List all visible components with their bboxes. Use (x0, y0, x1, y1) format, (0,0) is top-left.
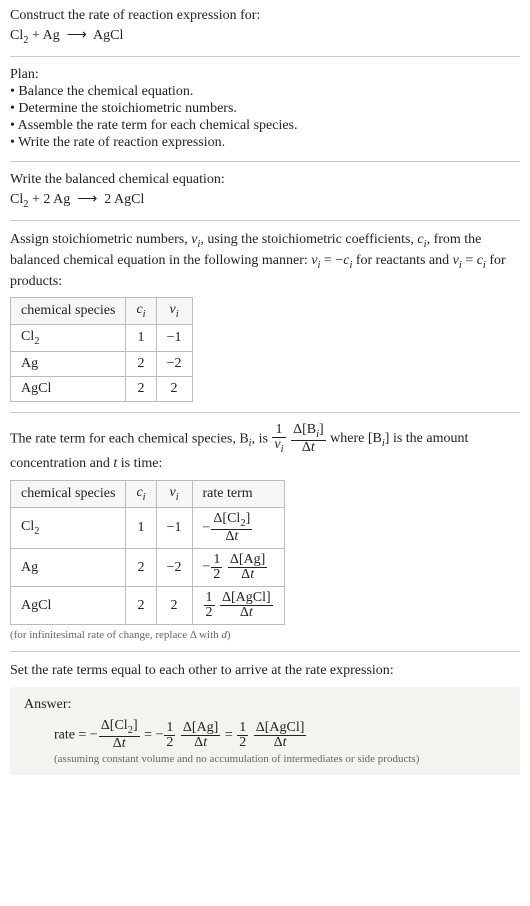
stoich-section: Assign stoichiometric numbers, νi, using… (10, 231, 520, 402)
answer-label: Answer: (24, 697, 506, 713)
col-vi: νi (156, 298, 192, 325)
balanced-title: Write the balanced chemical equation: (10, 172, 520, 188)
cell-ci: 1 (126, 508, 156, 549)
cell-rate-term: 12 Δ[AgCl]Δt (192, 587, 284, 625)
cell-vi: 2 (156, 377, 192, 402)
divider (10, 412, 520, 413)
rate-term-description: The rate term for each chemical species,… (10, 423, 520, 474)
cell-ci: 2 (126, 549, 156, 587)
divider (10, 161, 520, 162)
table-header-row: chemical species ci νi rate term (11, 481, 285, 508)
col-species: chemical species (11, 298, 126, 325)
rate-term-formula: 1νi Δ[Bi]Δt (271, 431, 330, 446)
balanced-section: Write the balanced chemical equation: Cl… (10, 172, 520, 210)
cell-rate-term: −Δ[Cl2]Δt (192, 508, 284, 549)
prompt-text: Construct the rate of reaction expressio… (10, 8, 520, 24)
table-header-row: chemical species ci νi (11, 298, 193, 325)
plan-title: Plan: (10, 67, 520, 83)
plan-item: • Determine the stoichiometric numbers. (10, 101, 520, 117)
cell-ci: 2 (126, 352, 156, 377)
cell-species: Ag (11, 352, 126, 377)
cell-ci: 1 (126, 325, 156, 352)
cell-vi: −1 (156, 325, 192, 352)
answer-assumption: (assuming constant volume and no accumul… (54, 753, 506, 765)
stoich-description: Assign stoichiometric numbers, νi, using… (10, 231, 520, 292)
plan-item: • Assemble the rate term for each chemic… (10, 118, 520, 134)
col-rate-term: rate term (192, 481, 284, 508)
answer-box: Answer: rate = −Δ[Cl2]Δt = −12 Δ[Ag]Δt =… (10, 687, 520, 775)
table-row: Ag 2 −2 (11, 352, 193, 377)
final-section: Set the rate terms equal to each other t… (10, 662, 520, 775)
table-row: AgCl 2 2 (11, 377, 193, 402)
stoich-table: chemical species ci νi Cl2 1 −1 Ag 2 −2 … (10, 297, 193, 402)
cell-vi: −2 (156, 352, 192, 377)
col-vi: νi (156, 481, 192, 508)
col-ci: ci (126, 298, 156, 325)
cell-ci: 2 (126, 587, 156, 625)
balanced-equation: Cl2 + 2 Ag ⟶ 2 AgCl (10, 191, 520, 210)
rate-term-section: The rate term for each chemical species,… (10, 423, 520, 641)
table-row: Cl2 1 −1 (11, 325, 193, 352)
table-row: Cl2 1 −1 −Δ[Cl2]Δt (11, 508, 285, 549)
cell-rate-term: −12 Δ[Ag]Δt (192, 549, 284, 587)
divider (10, 220, 520, 221)
divider (10, 651, 520, 652)
final-title: Set the rate terms equal to each other t… (10, 662, 520, 681)
divider (10, 56, 520, 57)
problem-prompt: Construct the rate of reaction expressio… (10, 8, 520, 46)
plan-item: • Write the rate of reaction expression. (10, 135, 520, 151)
rate-term-table: chemical species ci νi rate term Cl2 1 −… (10, 480, 285, 625)
desc-prefix: The rate term for each chemical species,… (10, 431, 249, 446)
plan-section: Plan: • Balance the chemical equation. •… (10, 67, 520, 151)
table-row: Ag 2 −2 −12 Δ[Ag]Δt (11, 549, 285, 587)
unbalanced-equation: Cl2 + Ag ⟶ AgCl (10, 27, 520, 46)
cell-species: Cl2 (11, 508, 126, 549)
col-ci: ci (126, 481, 156, 508)
rate-expression: rate = −Δ[Cl2]Δt = −12 Δ[Ag]Δt = 12 Δ[Ag… (54, 719, 506, 751)
cell-vi: −1 (156, 508, 192, 549)
cell-species: AgCl (11, 377, 126, 402)
delta-note: (for infinitesimal rate of change, repla… (10, 629, 520, 641)
cell-species: Cl2 (11, 325, 126, 352)
plan-item: • Balance the chemical equation. (10, 84, 520, 100)
desc-mid: , is (252, 431, 272, 446)
col-species: chemical species (11, 481, 126, 508)
cell-vi: 2 (156, 587, 192, 625)
cell-species: AgCl (11, 587, 126, 625)
cell-vi: −2 (156, 549, 192, 587)
cell-ci: 2 (126, 377, 156, 402)
table-row: AgCl 2 2 12 Δ[AgCl]Δt (11, 587, 285, 625)
cell-species: Ag (11, 549, 126, 587)
